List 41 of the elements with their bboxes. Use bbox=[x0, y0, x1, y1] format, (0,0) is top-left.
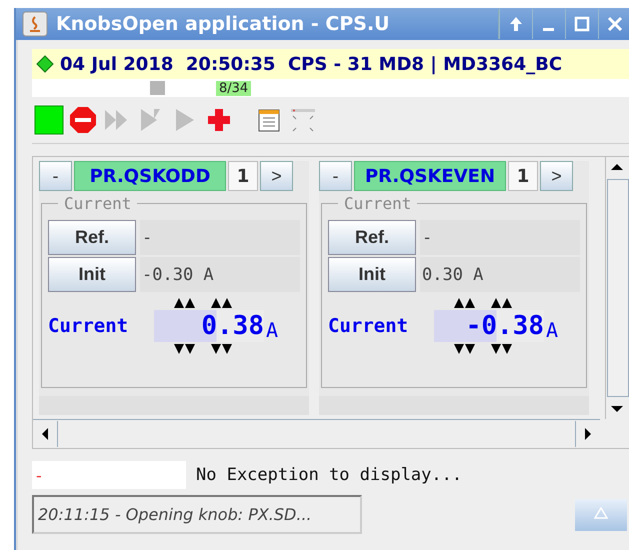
ref-value: - bbox=[420, 220, 580, 255]
knob-name[interactable]: PR.QSKEVEN bbox=[354, 161, 506, 191]
down-arrows-icon[interactable] bbox=[211, 344, 232, 354]
knob-index: 1 bbox=[228, 161, 258, 191]
down-arrows-icon[interactable] bbox=[174, 344, 195, 354]
run-square-icon[interactable] bbox=[34, 105, 64, 135]
status-text: 04 Jul 2018 20:50:35 CPS - 31 MD8 | MD3364_BC bbox=[60, 54, 562, 74]
up-arrows-icon[interactable] bbox=[454, 298, 475, 308]
window-title: KnobsOpen application - CPS.U bbox=[56, 13, 391, 35]
log-message: 20:11:15 - Opening knob: PX.SD... bbox=[32, 495, 362, 534]
current-label: Current bbox=[328, 315, 410, 337]
minus-button[interactable]: - bbox=[39, 161, 72, 191]
exception-marker: - bbox=[32, 461, 186, 489]
minus-button[interactable]: - bbox=[319, 161, 352, 191]
current-value[interactable]: 0.38 bbox=[154, 310, 264, 342]
unit-label: A bbox=[266, 318, 278, 342]
exception-message: No Exception to display... bbox=[196, 465, 462, 485]
ref-button[interactable]: Ref. bbox=[48, 220, 136, 255]
vertical-scrollbar[interactable] bbox=[605, 157, 629, 419]
up-arrows-icon[interactable] bbox=[174, 298, 195, 308]
init-button[interactable]: Init bbox=[48, 257, 136, 292]
next-button[interactable]: > bbox=[260, 161, 293, 191]
current-value[interactable]: -0.38 bbox=[434, 310, 544, 342]
knob-index: 1 bbox=[508, 161, 538, 191]
up-arrows-icon[interactable] bbox=[491, 298, 512, 308]
unit-label: A bbox=[546, 318, 558, 342]
down-arrows-icon[interactable] bbox=[491, 344, 512, 354]
horizontal-scrollbar[interactable] bbox=[33, 419, 600, 448]
progress-counter: 8/34 bbox=[216, 80, 252, 96]
current-label: Current bbox=[48, 315, 130, 337]
down-arrows-icon[interactable] bbox=[454, 344, 475, 354]
ref-button[interactable]: Ref. bbox=[328, 220, 416, 255]
up-arrows-icon[interactable] bbox=[211, 298, 232, 308]
init-value: -0.30 A bbox=[140, 257, 300, 292]
knob-name[interactable]: PR.QSKODD bbox=[74, 161, 226, 191]
stop-sign-icon[interactable] bbox=[68, 105, 98, 135]
next-button[interactable]: > bbox=[540, 161, 573, 191]
triangle-icon bbox=[594, 507, 608, 519]
init-value: 0.30 A bbox=[420, 257, 580, 292]
ref-value: - bbox=[140, 220, 300, 255]
init-button[interactable]: Init bbox=[328, 257, 416, 292]
